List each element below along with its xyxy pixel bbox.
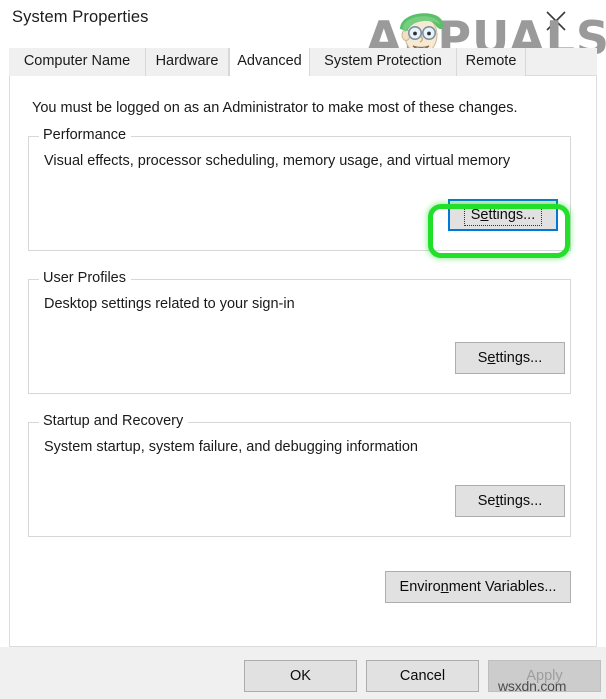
apply-button: Apply (488, 660, 601, 692)
performance-settings-button[interactable]: Settings... (448, 199, 558, 231)
window-title: System Properties (12, 8, 149, 26)
performance-settings-button-label: Settings... (463, 204, 543, 226)
startup-recovery-group-legend: Startup and Recovery (39, 413, 189, 429)
performance-group: Performance Visual effects, processor sc… (28, 127, 571, 251)
tab-computer-name[interactable]: Computer Name (9, 48, 146, 76)
system-properties-dialog: System Properties APPUALS Computer Name … (0, 0, 606, 699)
user-profiles-group-description: Desktop settings related to your sign-in (44, 296, 295, 312)
ok-button-label: OK (290, 668, 311, 684)
user-profiles-settings-button[interactable]: Settings... (455, 342, 565, 374)
cancel-button-label: Cancel (399, 668, 446, 684)
title-bar: System Properties (0, 0, 606, 44)
startup-recovery-settings-button-label: Settings... (477, 493, 543, 509)
startup-recovery-settings-button[interactable]: Settings... (455, 485, 565, 517)
user-profiles-group: User Profiles Desktop settings related t… (28, 270, 571, 394)
apply-button-label: Apply (526, 668, 563, 684)
close-button[interactable] (533, 0, 583, 36)
performance-group-legend: Performance (39, 127, 132, 143)
tab-remote[interactable]: Remote (457, 48, 526, 76)
startup-recovery-group: Startup and Recovery System startup, sys… (28, 413, 571, 537)
cancel-button[interactable]: Cancel (366, 660, 479, 692)
environment-variables-button-label: Environment Variables... (399, 579, 557, 595)
dialog-footer: OK Cancel Apply (0, 647, 606, 699)
tab-system-protection[interactable]: System Protection (310, 48, 457, 76)
advanced-tab-page: You must be logged on as an Administrato… (9, 76, 597, 647)
user-profiles-settings-button-label: Settings... (477, 350, 543, 366)
startup-recovery-group-description: System startup, system failure, and debu… (44, 439, 418, 455)
tab-hardware[interactable]: Hardware (146, 48, 229, 76)
administrator-notice: You must be logged on as an Administrato… (32, 100, 518, 116)
user-profiles-group-legend: User Profiles (39, 270, 131, 286)
tab-advanced[interactable]: Advanced (229, 48, 310, 76)
ok-button[interactable]: OK (244, 660, 357, 692)
performance-group-description: Visual effects, processor scheduling, me… (44, 153, 511, 169)
environment-variables-button[interactable]: Environment Variables... (385, 571, 571, 603)
tab-strip: Computer Name Hardware Advanced System P… (9, 48, 597, 76)
